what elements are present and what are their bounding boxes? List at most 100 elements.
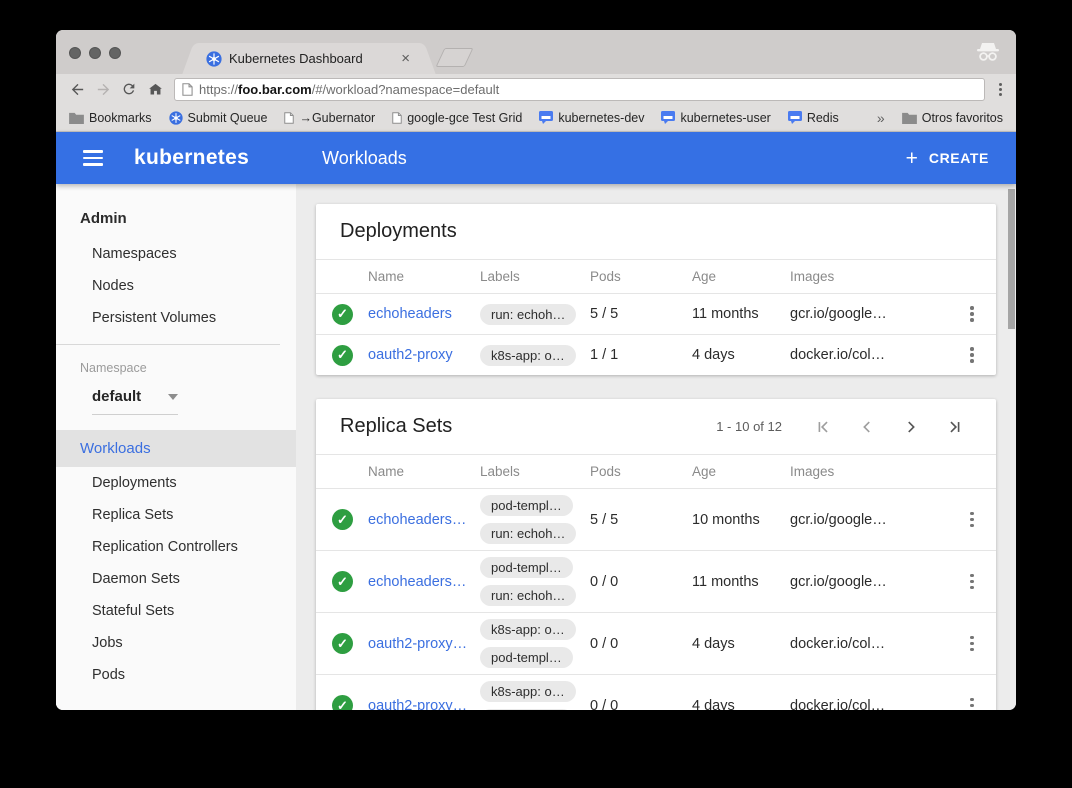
table-header: Name Labels Pods Age Images [316, 454, 996, 489]
row-actions-menu[interactable] [970, 512, 974, 528]
deployments-card: Deployments Name Labels Pods Age Images … [316, 204, 996, 375]
row-actions-menu[interactable] [970, 636, 974, 652]
sidebar-item-replication-controllers[interactable]: Replication Controllers [56, 531, 296, 563]
resource-link[interactable]: oauth2-proxy [368, 347, 480, 363]
hamburger-menu-icon[interactable] [83, 150, 103, 166]
tab-close-icon[interactable]: × [399, 51, 412, 66]
bookmarks-overflow-button[interactable]: » [877, 110, 885, 126]
folder-icon [902, 112, 917, 124]
namespace-select[interactable]: default [92, 388, 178, 415]
bookmark-item[interactable]: Bookmarks [69, 111, 152, 125]
chat-icon [539, 111, 553, 124]
card-title: Deployments [340, 220, 457, 243]
resource-link[interactable]: oauth2-proxy… [368, 698, 480, 711]
bookmark-item[interactable]: →Gubernator [284, 111, 375, 125]
sidebar-item-stateful-sets[interactable]: Stateful Sets [56, 595, 296, 627]
chevron-left-icon [858, 418, 876, 436]
browser-toolbar: https://foo.bar.com/#/workload?namespace… [56, 74, 1016, 104]
bookmark-item[interactable]: kubernetes-user [661, 111, 770, 125]
forward-button[interactable] [90, 77, 116, 101]
app-brand: kubernetes [134, 146, 249, 170]
label-chip: run: echoh… [480, 523, 576, 544]
home-button[interactable] [142, 77, 168, 101]
incognito-icon [974, 41, 1002, 62]
back-arrow-icon [69, 81, 86, 98]
sidebar-item-jobs[interactable]: Jobs [56, 627, 296, 659]
table-row: echoheaders… pod-templ… run: echoh… 0 / … [316, 551, 996, 613]
first-page-icon [814, 418, 832, 436]
table-row: oauth2-proxy… k8s-app: o… pod-templ… 0 /… [316, 613, 996, 675]
sidebar-item-namespaces[interactable]: Namespaces [56, 238, 296, 270]
label-chip: run: echoh… [480, 304, 576, 325]
bookmark-item[interactable]: google-gce Test Grid [392, 111, 522, 125]
app-header: kubernetes Workloads + CREATE [56, 132, 1016, 184]
chat-icon [788, 111, 802, 124]
browser-menu-button[interactable] [993, 83, 1008, 96]
url-text: https://foo.bar.com/#/workload?namespace… [199, 82, 499, 97]
sidebar-item-pods[interactable]: Pods [56, 659, 296, 691]
status-ok-icon [332, 304, 353, 325]
label-chip: k8s-app: o… [480, 619, 576, 640]
page-icon [284, 112, 294, 124]
back-button[interactable] [64, 77, 90, 101]
row-actions-menu[interactable] [970, 698, 974, 710]
page-icon [182, 83, 193, 96]
bookmark-item[interactable]: kubernetes-dev [539, 111, 644, 125]
sidebar-item-replica-sets[interactable]: Replica Sets [56, 499, 296, 531]
previous-page-button[interactable] [850, 417, 884, 437]
new-tab-button[interactable] [436, 48, 474, 67]
pagination: 1 - 10 of 12 [716, 417, 972, 437]
tab-title: Kubernetes Dashboard [229, 51, 399, 66]
sidebar-item-persistent-volumes[interactable]: Persistent Volumes [56, 302, 296, 334]
bookmark-item[interactable]: Redis [788, 111, 839, 125]
resource-link[interactable]: echoheaders… [368, 574, 480, 590]
sidebar-item-deployments[interactable]: Deployments [56, 467, 296, 499]
sidebar-item-workloads[interactable]: Workloads [56, 430, 296, 467]
sidebar-item-daemon-sets[interactable]: Daemon Sets [56, 563, 296, 595]
browser-tab-bar: Kubernetes Dashboard × [56, 30, 1016, 74]
label-chip: pod-templ… [480, 557, 573, 578]
url-bar[interactable]: https://foo.bar.com/#/workload?namespace… [174, 78, 985, 101]
sidebar-item-admin[interactable]: Admin [56, 200, 296, 238]
row-actions-menu[interactable] [970, 574, 974, 590]
minimize-window-button[interactable] [89, 47, 101, 59]
main-panel: Deployments Name Labels Pods Age Images … [296, 184, 1016, 710]
resource-link[interactable]: echoheaders… [368, 512, 480, 528]
table-row: echoheaders run: echoh… 5 / 5 11 months … [316, 294, 996, 335]
status-ok-icon [332, 571, 353, 592]
page-scrollbar[interactable] [1008, 189, 1015, 329]
label-chip: k8s-app: o… [480, 681, 576, 702]
chevron-right-icon [902, 418, 920, 436]
browser-tab[interactable]: Kubernetes Dashboard × [198, 43, 420, 74]
kubernetes-icon [169, 111, 183, 125]
last-page-icon [946, 418, 964, 436]
row-actions-menu[interactable] [970, 347, 974, 363]
reload-button[interactable] [116, 77, 142, 101]
window-controls [69, 47, 121, 59]
chat-icon [661, 111, 675, 124]
status-ok-icon [332, 509, 353, 530]
zoom-window-button[interactable] [109, 47, 121, 59]
status-ok-icon [332, 695, 353, 710]
first-page-button[interactable] [806, 417, 840, 437]
close-window-button[interactable] [69, 47, 81, 59]
bookmark-item[interactable]: Submit Queue [169, 111, 268, 125]
chevron-down-icon [168, 394, 178, 400]
page-title: Workloads [322, 148, 407, 169]
resource-link[interactable]: oauth2-proxy… [368, 636, 480, 652]
create-button[interactable]: + CREATE [906, 148, 989, 169]
next-page-button[interactable] [894, 417, 928, 437]
row-actions-menu[interactable] [970, 306, 974, 322]
sidebar-item-nodes[interactable]: Nodes [56, 270, 296, 302]
home-icon [147, 81, 164, 98]
status-ok-icon [332, 633, 353, 654]
resource-link[interactable]: echoheaders [368, 306, 480, 322]
bookmark-item[interactable]: Otros favoritos [902, 111, 1003, 125]
label-chip: pod-templ… [480, 709, 573, 710]
folder-icon [69, 112, 84, 124]
table-row: oauth2-proxy… k8s-app: o… pod-templ… 0 /… [316, 675, 996, 710]
reload-icon [121, 81, 137, 97]
last-page-button[interactable] [938, 417, 972, 437]
table-row: echoheaders… pod-templ… run: echoh… 5 / … [316, 489, 996, 551]
forward-arrow-icon [95, 81, 112, 98]
